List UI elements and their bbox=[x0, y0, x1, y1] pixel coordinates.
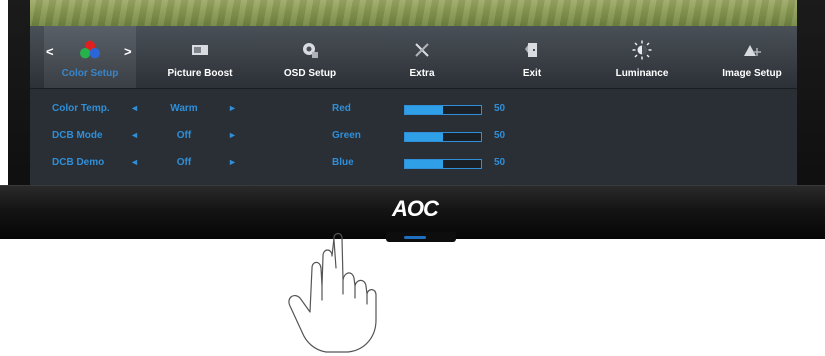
setting-value: Warm bbox=[170, 103, 198, 114]
setting-row-color-temp[interactable]: Color Temp. ◄ Warm ► Red 50 bbox=[30, 97, 797, 123]
luminance-sun-icon bbox=[630, 38, 654, 62]
slider-fill bbox=[405, 133, 443, 141]
menu-prev-arrow[interactable]: < bbox=[46, 44, 54, 59]
slider-fill bbox=[405, 160, 443, 168]
tab-luminance[interactable]: Luminance bbox=[596, 26, 688, 88]
tab-label-extra: Extra bbox=[409, 68, 435, 79]
tab-picture-boost[interactable]: Picture Boost bbox=[154, 26, 246, 88]
slider-fill bbox=[405, 106, 443, 114]
tab-label-luminance: Luminance bbox=[615, 68, 669, 79]
increase-arrow-icon[interactable]: ► bbox=[228, 157, 237, 167]
tab-extra[interactable]: Extra bbox=[376, 26, 468, 88]
setting-row-dcb-demo[interactable]: DCB Demo ◄ Off ► Blue 50 bbox=[30, 151, 797, 177]
channel-slider-blue[interactable] bbox=[404, 159, 482, 169]
channel-label: Green bbox=[332, 130, 361, 141]
brand-logo: AOC bbox=[392, 196, 439, 221]
tab-osd-setup[interactable]: OSD Setup bbox=[264, 26, 356, 88]
tab-label-image-setup: Image Setup bbox=[722, 68, 782, 79]
monitor-screen: < Color Setup > Picture Boost OSD Setup … bbox=[30, 0, 797, 186]
channel-slider-green[interactable] bbox=[404, 132, 482, 142]
tab-label-color-setup: Color Setup bbox=[61, 68, 119, 79]
decrease-arrow-icon[interactable]: ◄ bbox=[130, 157, 139, 167]
decrease-arrow-icon[interactable]: ◄ bbox=[130, 103, 139, 113]
channel-value: 50 bbox=[494, 103, 506, 114]
power-led-indicator[interactable] bbox=[404, 236, 426, 239]
tab-label-osd-setup: OSD Setup bbox=[283, 68, 337, 79]
increase-arrow-icon[interactable]: ► bbox=[228, 130, 237, 140]
color-setup-panel: Color Temp. ◄ Warm ► Red 50 DCB Mode ◄ O… bbox=[30, 89, 797, 186]
osd-menu-bar: < Color Setup > Picture Boost OSD Setup … bbox=[30, 26, 797, 89]
image-setup-icon bbox=[740, 38, 764, 62]
decrease-arrow-icon[interactable]: ◄ bbox=[130, 130, 139, 140]
setting-label: DCB Demo bbox=[52, 157, 105, 168]
tab-image-setup[interactable]: Image Setup bbox=[706, 26, 797, 88]
channel-label: Blue bbox=[332, 157, 354, 168]
picture-boost-icon bbox=[188, 38, 212, 62]
osd-setup-icon bbox=[298, 38, 322, 62]
tab-color-setup[interactable]: < Color Setup > bbox=[44, 26, 136, 88]
setting-label: DCB Mode bbox=[52, 130, 103, 141]
setting-label: Color Temp. bbox=[52, 103, 110, 114]
menu-next-arrow[interactable]: > bbox=[124, 44, 132, 59]
channel-value: 50 bbox=[494, 130, 506, 141]
pointing-hand-icon bbox=[288, 232, 377, 353]
channel-label: Red bbox=[332, 103, 351, 114]
channel-slider-red[interactable] bbox=[404, 105, 482, 115]
channel-value: 50 bbox=[494, 157, 506, 168]
setting-row-dcb-mode[interactable]: DCB Mode ◄ Off ► Green 50 bbox=[30, 124, 797, 150]
increase-arrow-icon[interactable]: ► bbox=[228, 103, 237, 113]
tab-label-picture-boost: Picture Boost bbox=[167, 68, 233, 79]
exit-door-icon bbox=[520, 38, 544, 62]
desktop-wallpaper bbox=[30, 0, 797, 26]
tab-label-exit: Exit bbox=[522, 68, 542, 79]
setting-value: Off bbox=[176, 157, 192, 168]
setting-value: Off bbox=[176, 130, 192, 141]
rgb-dots-icon bbox=[78, 38, 102, 62]
tab-exit[interactable]: Exit bbox=[486, 26, 578, 88]
extra-tools-icon bbox=[410, 38, 434, 62]
